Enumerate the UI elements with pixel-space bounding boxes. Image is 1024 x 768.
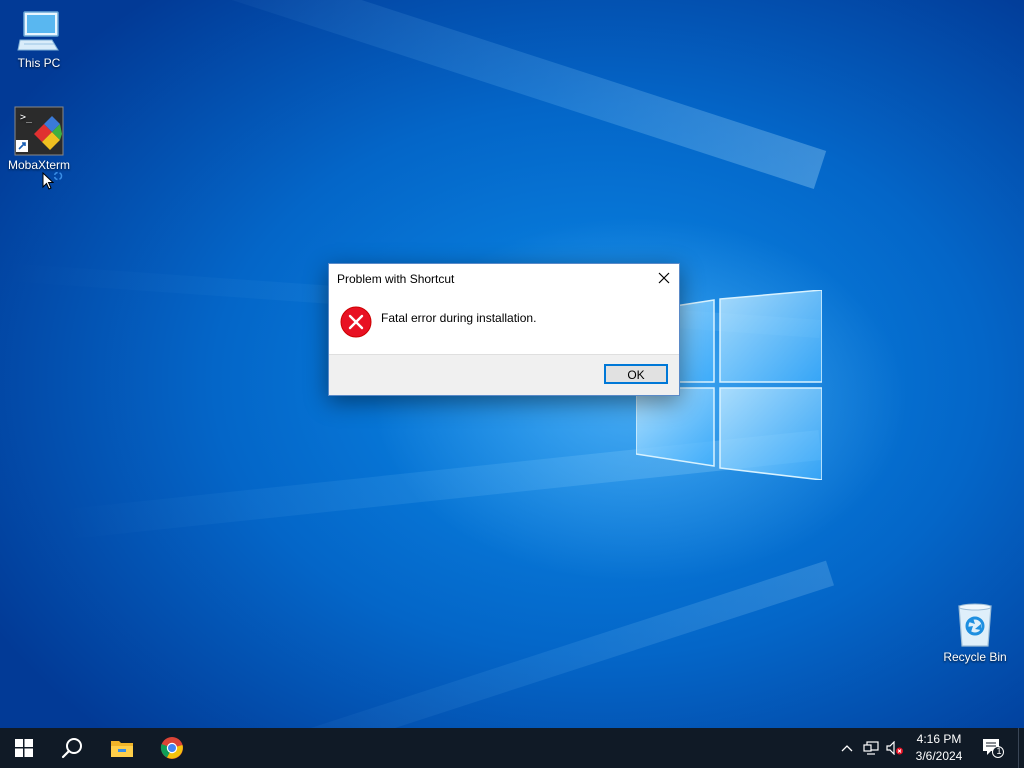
volume-muted-icon (886, 741, 903, 755)
show-desktop-button[interactable] (1018, 728, 1024, 768)
taskbar-clock[interactable]: 4:16 PM 3/6/2024 (906, 731, 972, 765)
taskbar-file-explorer[interactable] (98, 728, 146, 768)
desktop-icon-label: This PC (17, 56, 61, 70)
error-dialog: Problem with Shortcut Fatal error during… (328, 263, 680, 396)
ok-button[interactable]: OK (604, 364, 668, 384)
light-beam (148, 0, 827, 190)
network-icon (863, 741, 879, 755)
chrome-icon (160, 737, 183, 759)
error-icon (340, 306, 372, 338)
dialog-body: Fatal error during installation. (329, 294, 679, 354)
light-beam (179, 560, 835, 728)
search-button[interactable] (48, 728, 96, 768)
mouse-cursor-icon (42, 172, 63, 190)
search-icon (61, 738, 82, 759)
desktop-icon-recycle-bin[interactable]: Recycle Bin (938, 602, 1012, 664)
dialog-titlebar[interactable]: Problem with Shortcut (329, 264, 679, 294)
windows-start-icon (15, 739, 33, 757)
desktop-icon-label: Recycle Bin (943, 650, 1007, 664)
dialog-title: Problem with Shortcut (337, 272, 455, 286)
this-pc-icon (17, 11, 59, 51)
svg-text:>_: >_ (20, 112, 33, 123)
chevron-up-icon (841, 745, 853, 752)
folder-icon (111, 741, 133, 757)
network-button[interactable] (860, 728, 882, 768)
desktop-icon-mobaxterm[interactable]: >_ MobaXterm (2, 106, 76, 172)
dialog-footer: OK (329, 354, 679, 395)
desktop-icon-this-pc[interactable]: This PC (2, 10, 76, 70)
volume-button[interactable] (884, 728, 906, 768)
close-button[interactable] (649, 264, 679, 292)
desktop-icon-label: MobaXterm (7, 158, 71, 172)
clock-date: 3/6/2024 (915, 749, 963, 763)
show-hidden-icons-button[interactable] (836, 728, 858, 768)
action-center-button[interactable]: 1 (978, 728, 1008, 768)
start-button[interactable] (0, 728, 48, 768)
mobaxterm-icon: >_ (14, 106, 64, 156)
taskbar: 4:16 PM 3/6/2024 1 (0, 728, 1024, 768)
recycle-bin-icon (958, 603, 992, 647)
dialog-message: Fatal error during installation. (381, 311, 537, 325)
close-icon (658, 272, 670, 284)
taskbar-chrome[interactable] (148, 728, 196, 768)
desktop-background: This PC >_ MobaXterm Recycle Bin Problem… (0, 0, 1024, 728)
notification-count: 1 (996, 746, 1002, 756)
clock-time: 4:16 PM (916, 732, 962, 746)
